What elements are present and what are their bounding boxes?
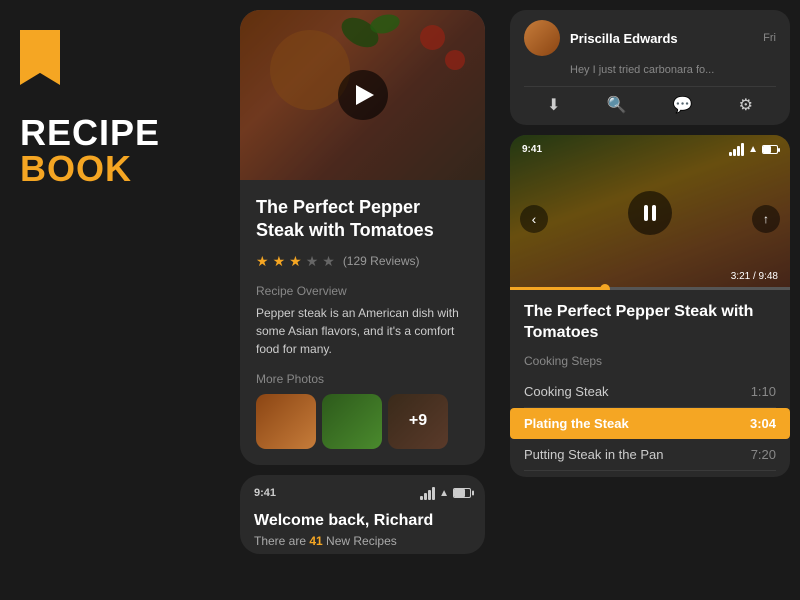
recipe-title: The Perfect Pepper Steak with Tomatoes: [256, 196, 469, 243]
star-3: ★: [289, 253, 302, 270]
middle-panel: The Perfect Pepper Steak with Tomatoes ★…: [230, 0, 495, 600]
video-status-icons: ▲: [729, 143, 778, 156]
star-2: ★: [273, 253, 286, 270]
comment-button[interactable]: 💬: [673, 95, 693, 115]
left-panel: RECIPE BOOK: [0, 0, 240, 600]
video-title: The Perfect Pepper Steak with Tomatoes: [524, 302, 776, 344]
share-button[interactable]: ↑: [752, 205, 780, 233]
search-icon: 🔍: [607, 95, 627, 115]
recipe-description: Pepper steak is an American dish with so…: [256, 304, 469, 358]
avatar: [524, 20, 560, 56]
reviews-count: (129 Reviews): [343, 254, 420, 268]
step-time-3: 7:20: [751, 447, 776, 462]
step-name-3: Putting Steak in the Pan: [524, 447, 663, 462]
overview-label: Recipe Overview: [256, 284, 469, 298]
video-thumbnail: 9:41 ▲ ‹: [510, 135, 790, 290]
play-icon: [356, 85, 374, 105]
notif-name: Priscilla Edwards: [570, 31, 678, 46]
step-item-2[interactable]: Plating the Steak 3:04: [510, 408, 790, 439]
settings-button[interactable]: ⚙: [739, 95, 753, 115]
phone-card: 9:41 ▲ Welcome back, Richard There are 4…: [240, 475, 485, 554]
photo-thumbnails: +9: [256, 394, 469, 449]
star-4: ★: [306, 253, 319, 270]
settings-icon: ⚙: [739, 95, 753, 115]
thumbnail-2[interactable]: [322, 394, 382, 449]
battery-icon: [453, 488, 471, 498]
video-status-bar: 9:41 ▲: [522, 143, 778, 156]
video-header: 9:41 ▲ ‹: [510, 135, 790, 290]
video-info: The Perfect Pepper Steak with Tomatoes C…: [510, 290, 790, 477]
notification-bar: Priscilla Edwards Fri Hey I just tried c…: [510, 10, 790, 125]
step-time-1: 1:10: [751, 384, 776, 399]
phone-time: 9:41: [254, 487, 276, 499]
step-name-2: Plating the Steak: [524, 416, 629, 431]
right-panel: Priscilla Edwards Fri Hey I just tried c…: [500, 0, 800, 600]
welcome-subtitle: There are 41 New Recipes: [254, 534, 471, 548]
back-button[interactable]: ‹: [520, 205, 548, 233]
notification-header: Priscilla Edwards Fri: [524, 20, 776, 56]
star-5: ★: [322, 253, 335, 270]
video-progress-dot: [600, 284, 610, 291]
video-progress-fill: [510, 287, 605, 290]
comment-icon: 💬: [673, 95, 693, 115]
step-item-1[interactable]: Cooking Steak 1:10: [524, 376, 776, 408]
step-item-3[interactable]: Putting Steak in the Pan 7:20: [524, 439, 776, 471]
thumbnail-more[interactable]: +9: [388, 394, 448, 449]
notif-message: Hey I just tried carbonara fo...: [570, 64, 776, 76]
rating-row: ★ ★ ★ ★ ★ (129 Reviews): [256, 253, 469, 270]
video-progress-bar[interactable]: [510, 287, 790, 290]
inbox-button[interactable]: ⬇: [547, 95, 560, 115]
logo-recipe: RECIPE: [20, 115, 160, 151]
more-photos-label: More Photos: [256, 372, 469, 386]
video-time: 9:41: [522, 144, 542, 155]
step-name-1: Cooking Steak: [524, 384, 609, 399]
step-time-2: 3:04: [750, 416, 776, 431]
phone-status-bar: 9:41 ▲: [254, 487, 471, 500]
pause-button[interactable]: [628, 191, 672, 235]
logo-book: BOOK: [20, 151, 132, 187]
pause-icon: [644, 205, 656, 221]
bookmark-icon: [20, 30, 60, 85]
recipe-image: [240, 10, 485, 180]
cooking-steps-label: Cooking Steps: [524, 354, 776, 368]
step-list: Cooking Steak 1:10 Plating the Steak 3:0…: [524, 376, 776, 471]
phone-icons: ▲: [420, 487, 471, 500]
video-wifi-icon: ▲: [748, 144, 758, 155]
search-button[interactable]: 🔍: [607, 95, 627, 115]
star-1: ★: [256, 253, 269, 270]
thumbnail-1[interactable]: [256, 394, 316, 449]
notif-actions: ⬇ 🔍 💬 ⚙: [524, 86, 776, 115]
video-player-card: 9:41 ▲ ‹: [510, 135, 790, 477]
video-signal-icon: [729, 143, 744, 156]
play-button[interactable]: [338, 70, 388, 120]
signal-icon: [420, 487, 435, 500]
inbox-icon: ⬇: [547, 95, 560, 115]
video-battery-icon: [762, 145, 778, 154]
notif-time: Fri: [763, 32, 776, 44]
welcome-title: Welcome back, Richard: [254, 512, 471, 530]
video-timestamp: 3:21 / 9:48: [731, 271, 778, 282]
recipe-card: The Perfect Pepper Steak with Tomatoes ★…: [240, 10, 485, 465]
wifi-icon: ▲: [439, 488, 449, 499]
